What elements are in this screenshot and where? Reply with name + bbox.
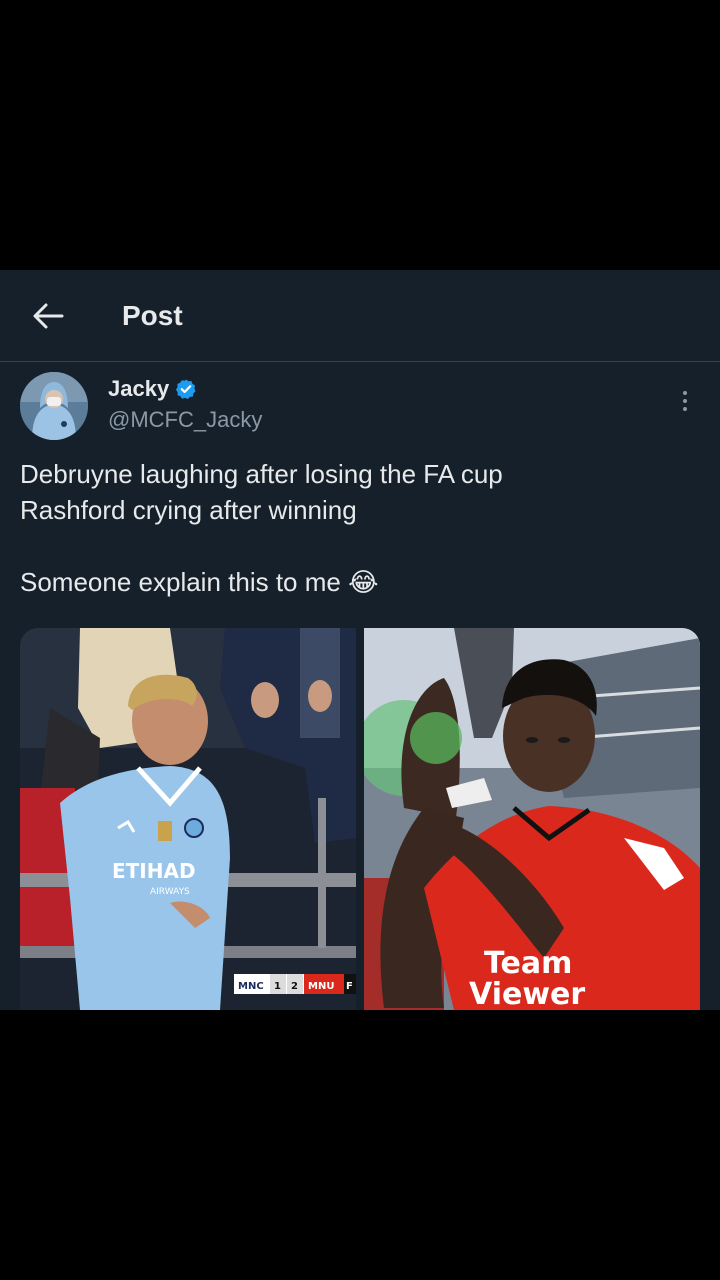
post-line: Rashford crying after winning <box>20 495 357 525</box>
media-image-right[interactable]: Team Viewer <box>364 628 700 1010</box>
score-away-team: MNU <box>308 981 334 992</box>
page-title: Post <box>122 300 183 331</box>
avatar[interactable] <box>20 372 88 440</box>
post-line: Someone explain this to me 😂 <box>20 567 379 597</box>
media-image-left[interactable]: ETIHAD AIRWAYS MNC 1 2 MNU F <box>20 628 356 1010</box>
sponsor-text: ETIHAD <box>112 859 196 883</box>
author-name[interactable]: Jacky <box>108 376 169 402</box>
top-bar: Post <box>0 270 720 362</box>
author-handle[interactable]: @MCFC_Jacky <box>108 407 262 433</box>
score-home: 1 <box>274 981 281 992</box>
arrow-left-icon <box>33 303 64 329</box>
sponsor-text-right: Team <box>484 946 572 981</box>
more-vertical-icon <box>683 391 687 395</box>
score-extra: F <box>346 981 353 992</box>
score-home-team: MNC <box>238 981 264 992</box>
more-options-button[interactable] <box>670 386 700 416</box>
sponsor-sub-text: AIRWAYS <box>150 887 190 897</box>
back-button[interactable] <box>26 298 70 334</box>
post-media: ETIHAD AIRWAYS MNC 1 2 MNU F Team Viewer <box>20 628 700 1010</box>
post-screen: Post Jacky @MCFC_Jacky Debruyne laughing… <box>0 270 720 1010</box>
post-author: Jacky @MCFC_Jacky <box>20 372 700 444</box>
post-text: Debruyne laughing after losing the FA cu… <box>20 456 700 600</box>
sponsor2-text-right: Viewer <box>469 977 585 1010</box>
post-line: Debruyne laughing after losing the FA cu… <box>20 459 503 489</box>
post-line-break <box>20 528 700 564</box>
verified-badge-icon <box>176 379 196 399</box>
score-away: 2 <box>291 981 298 992</box>
name-row: Jacky <box>108 376 197 402</box>
